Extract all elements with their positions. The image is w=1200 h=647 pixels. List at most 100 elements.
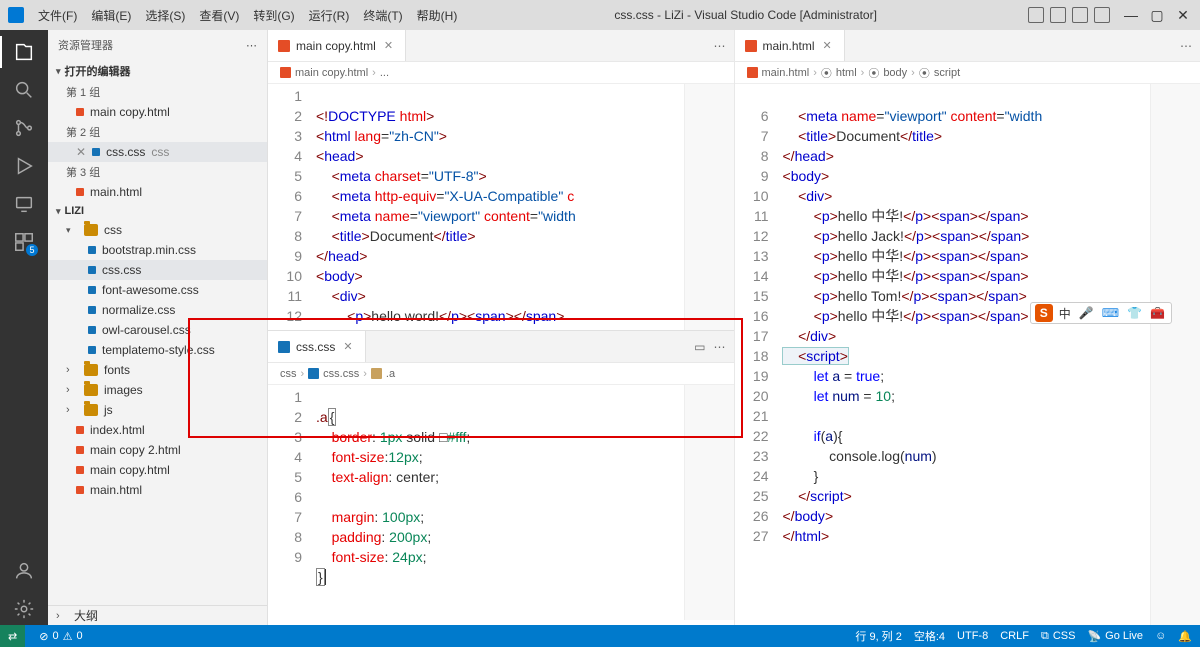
tab-css[interactable]: css.css✕ (268, 331, 366, 362)
sogou-icon[interactable]: S (1035, 304, 1053, 322)
minimap[interactable] (1150, 84, 1200, 625)
menu-edit[interactable]: 编辑(E) (85, 3, 137, 28)
layout-icon[interactable] (1072, 7, 1088, 23)
bell-icon[interactable]: 🔔 (1178, 630, 1192, 643)
file-item[interactable]: bootstrap.min.css (48, 240, 267, 260)
file-item[interactable]: font-awesome.css (48, 280, 267, 300)
badge: 5 (26, 244, 38, 256)
menu-file[interactable]: 文件(F) (32, 3, 83, 28)
close-icon[interactable]: ✕ (821, 39, 834, 52)
ime-toolbar[interactable]: S 中 🎤 ⌨ 👕 🧰 (1030, 302, 1172, 324)
open-file[interactable]: main copy.html (48, 102, 267, 122)
window-controls: — ▢ ✕ (1122, 6, 1192, 24)
minimap[interactable] (684, 84, 734, 330)
minimize-button[interactable]: — (1122, 6, 1140, 24)
remote-indicator[interactable]: ⇄ (0, 625, 25, 647)
editor-group-3: 第 3 组 (48, 162, 267, 182)
tab-main-html[interactable]: main.html✕ (735, 30, 845, 61)
close-icon[interactable]: ✕ (382, 39, 395, 52)
cursor-position[interactable]: 行 9, 列 2 (855, 628, 901, 644)
menu-bar: 文件(F) 编辑(E) 选择(S) 查看(V) 转到(G) 运行(R) 终端(T… (32, 3, 463, 28)
code-editor-css[interactable]: 123456789 .a{ border: 1px solid □#fff; f… (268, 385, 734, 620)
open-editors-section[interactable]: 打开的编辑器 (48, 60, 267, 82)
tabs-row: main copy.html✕ ⋯ (268, 30, 734, 62)
close-icon[interactable]: ✕ (341, 340, 354, 353)
feedback-icon[interactable]: ☺ (1155, 630, 1166, 642)
code-editor-html[interactable]: 12345678910111213 <!DOCTYPE html> <html … (268, 84, 734, 330)
file-item[interactable]: main.html (48, 480, 267, 500)
run-debug-icon[interactable] (8, 150, 40, 182)
breadcrumb-css[interactable]: css›css.css›.a (268, 363, 734, 385)
sidebar-header: 资源管理器⋯ (48, 30, 267, 60)
menu-goto[interactable]: 转到(G) (247, 3, 300, 28)
menu-run[interactable]: 运行(R) (303, 3, 356, 28)
tab-main-copy[interactable]: main copy.html✕ (268, 30, 406, 61)
ime-lang[interactable]: 中 (1057, 305, 1073, 322)
more-icon[interactable]: ⋯ (1180, 39, 1192, 53)
minimap[interactable] (684, 385, 734, 620)
file-item[interactable]: css.css (48, 260, 267, 280)
layout-icon[interactable] (1028, 7, 1044, 23)
scm-icon[interactable] (8, 112, 40, 144)
folder-fonts[interactable]: fonts (48, 360, 267, 380)
maximize-button[interactable]: ▢ (1148, 6, 1166, 24)
indent-indicator[interactable]: 空格:4 (914, 628, 945, 644)
extensions-icon[interactable]: 5 (8, 226, 40, 258)
sidebar-explorer: 资源管理器⋯ 打开的编辑器 第 1 组 main copy.html 第 2 组… (48, 30, 268, 625)
open-file[interactable]: main.html (48, 182, 267, 202)
folder-js[interactable]: js (48, 400, 267, 420)
menu-terminal[interactable]: 终端(T) (357, 3, 408, 28)
layout-icon[interactable] (1094, 7, 1110, 23)
breadcrumb-right[interactable]: main.html›⦿ html›⦿ body›⦿ script (735, 62, 1200, 84)
folder-images[interactable]: images (48, 380, 267, 400)
menu-help[interactable]: 帮助(H) (411, 3, 464, 28)
golive-button[interactable]: 📡 Go Live (1087, 630, 1143, 643)
keyboard-icon[interactable]: ⌨ (1100, 306, 1121, 320)
file-item[interactable]: index.html (48, 420, 267, 440)
breadcrumb[interactable]: main copy.html›... (268, 62, 734, 84)
menu-select[interactable]: 选择(S) (139, 3, 191, 28)
tabs-row-css: css.css✕ ▭ ⋯ (268, 331, 734, 363)
layout-controls (1028, 7, 1110, 23)
settings-icon[interactable] (8, 593, 40, 625)
workspace-root[interactable]: LIZI (48, 202, 267, 220)
account-icon[interactable] (8, 555, 40, 587)
problems-indicator[interactable]: ⊘ 0 ⚠ 0 (39, 630, 82, 643)
file-item[interactable]: normalize.css (48, 300, 267, 320)
split-icon[interactable]: ▭ (694, 340, 705, 354)
layout-icon[interactable] (1050, 7, 1066, 23)
editor-group-left: main copy.html✕ ⋯ main copy.html›... 123… (268, 30, 735, 625)
open-file[interactable]: ✕css.css css (48, 142, 267, 162)
tabs-row-right: main.html✕ ⋯ (735, 30, 1200, 62)
skin-icon[interactable]: 👕 (1125, 306, 1144, 320)
vscode-icon (8, 7, 24, 23)
mic-icon[interactable]: 🎤 (1077, 306, 1096, 320)
file-item[interactable]: owl-carousel.css (48, 320, 267, 340)
toolbox-icon[interactable]: 🧰 (1148, 306, 1167, 320)
encoding-indicator[interactable]: UTF-8 (957, 630, 988, 642)
eol-indicator[interactable]: CRLF (1000, 630, 1029, 642)
close-button[interactable]: ✕ (1174, 6, 1192, 24)
editor-group-right: main.html✕ ⋯ main.html›⦿ html›⦿ body›⦿ s… (735, 30, 1200, 625)
remote-icon[interactable] (8, 188, 40, 220)
file-item[interactable]: main copy.html (48, 460, 267, 480)
more-icon[interactable]: ⋯ (246, 39, 257, 52)
language-indicator[interactable]: ⧉ CSS (1041, 630, 1075, 643)
more-icon[interactable]: ⋯ (714, 340, 726, 354)
line-gutter: 12345678910111213 (268, 84, 312, 330)
editor-group-2: 第 2 组 (48, 122, 267, 142)
menu-view[interactable]: 查看(V) (193, 3, 245, 28)
code-editor-main-html[interactable]: 6789101112131415161718192021222324252627… (735, 84, 1200, 625)
explorer-icon[interactable] (8, 36, 40, 68)
line-gutter: 6789101112131415161718192021222324252627 (735, 84, 779, 625)
editor-area: main copy.html✕ ⋯ main copy.html›... 123… (268, 30, 1200, 625)
outline-section[interactable]: 大纲 (48, 605, 267, 625)
title-bar: 文件(F) 编辑(E) 选择(S) 查看(V) 转到(G) 运行(R) 终端(T… (0, 0, 1200, 30)
line-gutter: 123456789 (268, 385, 312, 620)
file-item[interactable]: main copy 2.html (48, 440, 267, 460)
more-icon[interactable]: ⋯ (714, 39, 726, 53)
file-item[interactable]: templatemo-style.css (48, 340, 267, 360)
editor-nested-css: css.css✕ ▭ ⋯ css›css.css›.a 123456789 .a{… (268, 330, 734, 620)
folder-css[interactable]: css (48, 220, 267, 240)
search-icon[interactable] (8, 74, 40, 106)
